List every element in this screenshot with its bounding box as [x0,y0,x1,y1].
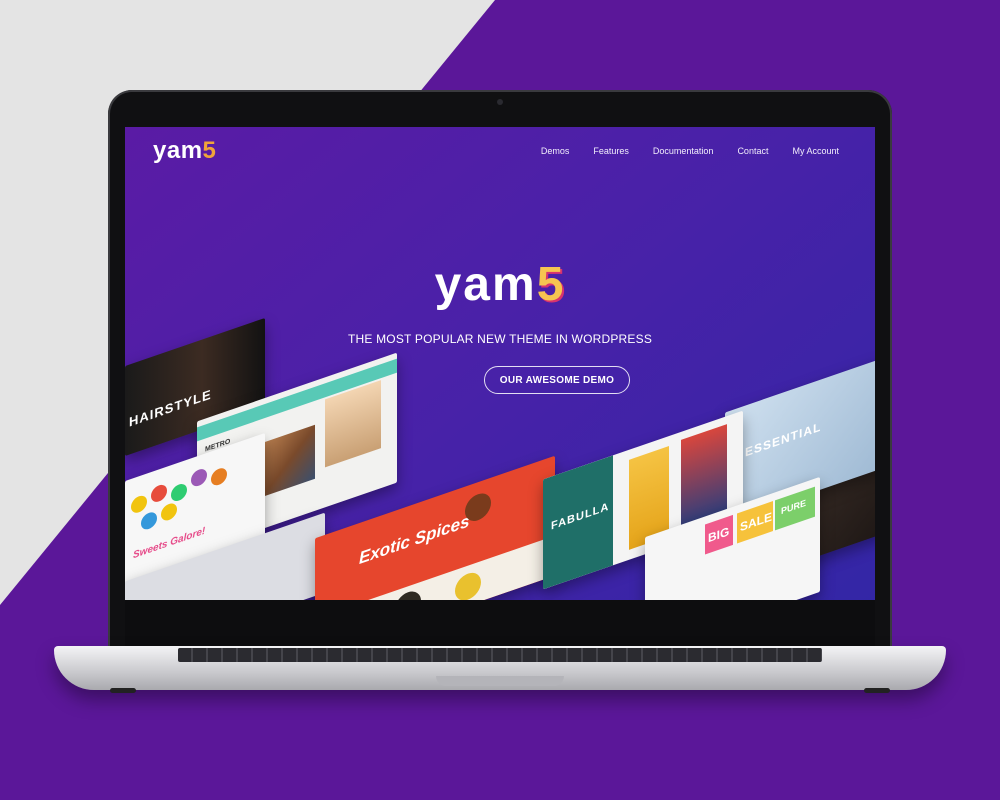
laptop-bezel-bottom [125,600,875,646]
demo-fashion-sidebar: FABULLA [543,455,613,590]
candy-shape [191,466,207,489]
spice-bowl-shape [465,489,491,525]
hero-logo: yam5 [125,257,875,312]
hero-logo-suffix: 5 [536,258,566,311]
laptop-keyboard [178,648,822,662]
candy-shape [161,501,177,523]
our-awesome-demo-button[interactable]: OUR AWESOME DEMO [484,366,630,394]
site-logo[interactable]: yam5 [153,137,216,165]
laptop-opening-notch [436,676,564,686]
nav-item-features[interactable]: Features [593,146,629,156]
demo-sale-big-label: BIG [708,524,730,546]
candy-shape [131,493,147,516]
demo-essential-label: ESSENTIAL [745,419,822,460]
demo-spices-label: Exotic Spices [359,511,470,569]
main-navigation: Demos Features Documentation Contact My … [541,146,839,156]
nav-item-demos[interactable]: Demos [541,146,570,156]
site-logo-suffix: 5 [202,137,217,164]
candy-shape [141,510,157,532]
camera-icon [497,99,503,105]
laptop-foot-right [864,688,890,693]
demo-fashion-label: FABULLA [551,500,610,533]
demo-sale-pure-label: PURE [781,497,807,517]
hero-tagline: THE MOST POPULAR NEW THEME IN WORDPRESS [347,332,653,346]
candy-shape [211,465,227,488]
demo-sweets-label: Sweets Galore! [133,525,206,562]
hero-logo-text: yam [434,258,537,311]
demo-sale-sale-block: SALE [737,501,773,544]
nav-item-documentation[interactable]: Documentation [653,146,714,156]
candy-shape [171,481,187,504]
laptop-foot-left [110,688,136,693]
laptop-screen: yam5 Demos Features Documentation Contac… [125,127,875,600]
candy-shape [151,482,167,505]
nav-item-my-account[interactable]: My Account [792,146,839,156]
demo-sale-sale-label: SALE [740,509,773,535]
site-logo-text: yam [153,137,203,164]
demo-sale-big-block: BIG [705,514,733,555]
nav-item-contact[interactable]: Contact [737,146,768,156]
demo-spices-product-strip [315,535,555,600]
demo-sale-pure-block: PURE [775,486,815,531]
